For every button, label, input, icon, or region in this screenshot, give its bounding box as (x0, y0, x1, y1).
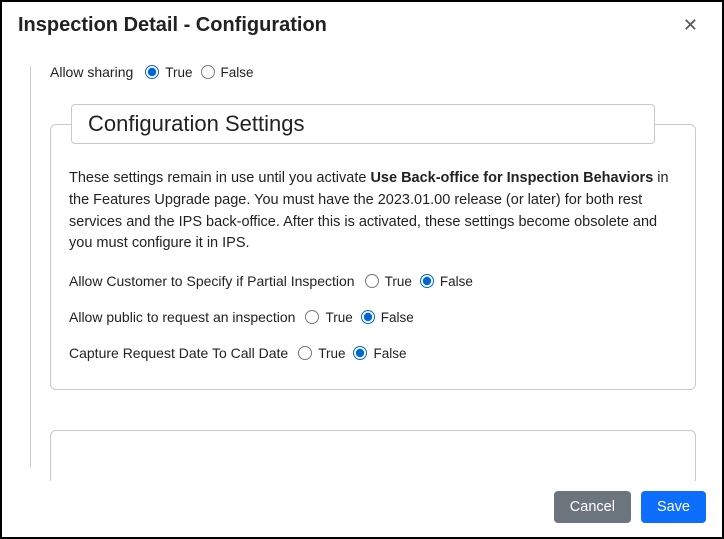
radio-false-label: False (440, 274, 473, 289)
allow-sharing-row: Allow sharing True False (50, 50, 696, 80)
radio-true-label: True (385, 274, 412, 289)
partial-inspection-label: Allow Customer to Specify if Partial Ins… (69, 273, 355, 289)
partial-inspection-row: Allow Customer to Specify if Partial Ins… (69, 273, 677, 289)
dialog-footer: Cancel Save (2, 481, 722, 537)
radio-true-label: True (165, 65, 192, 80)
capture-date-false-radio[interactable] (353, 346, 367, 360)
public-request-label: Allow public to request an inspection (69, 309, 295, 325)
configuration-settings-legend: Configuration Settings (71, 104, 655, 144)
capture-date-true-radio[interactable] (298, 346, 312, 360)
allow-sharing-false-radio[interactable] (201, 65, 215, 79)
close-icon[interactable]: ✕ (675, 12, 706, 38)
partial-inspection-false-radio[interactable] (420, 274, 434, 288)
radio-false-label: False (373, 346, 406, 361)
capture-date-row: Capture Request Date To Call Date True F… (69, 345, 677, 361)
configuration-info-text: These settings remain in use until you a… (69, 168, 677, 255)
scroll-region[interactable]: Allow sharing True False Configuration S… (16, 50, 708, 481)
allow-sharing-label: Allow sharing (50, 64, 133, 80)
public-request-false-radio[interactable] (361, 310, 375, 324)
next-section-placeholder (50, 430, 696, 481)
save-button[interactable]: Save (641, 491, 706, 523)
dialog-title: Inspection Detail - Configuration (18, 14, 327, 37)
partial-inspection-true-radio[interactable] (365, 274, 379, 288)
radio-false-label: False (381, 310, 414, 325)
cancel-button[interactable]: Cancel (554, 491, 631, 523)
radio-false-label: False (221, 65, 254, 80)
public-request-row: Allow public to request an inspection Tr… (69, 309, 677, 325)
capture-date-label: Capture Request Date To Call Date (69, 345, 288, 361)
allow-sharing-true-radio[interactable] (145, 65, 159, 79)
configuration-settings-fieldset: Configuration Settings These settings re… (50, 104, 696, 390)
public-request-true-radio[interactable] (305, 310, 319, 324)
radio-true-label: True (325, 310, 352, 325)
radio-true-label: True (318, 346, 345, 361)
